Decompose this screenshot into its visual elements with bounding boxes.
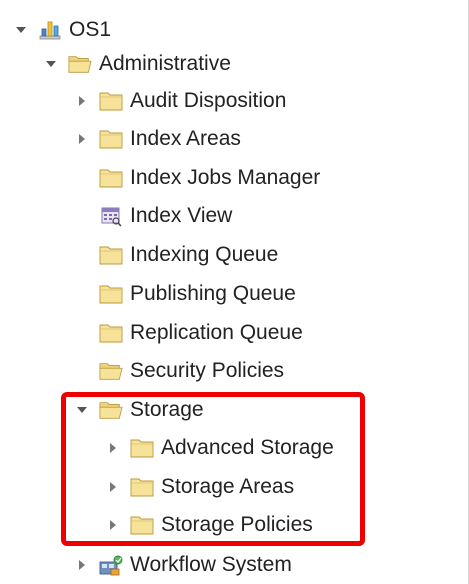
folder-open-icon [68,52,92,76]
tree-node-os1[interactable]: OS1 [0,11,111,49]
tree-node-advanced-storage[interactable]: Advanced Storage [0,429,334,467]
tree-node-storage[interactable]: Storage [0,391,204,429]
tree-node-label: Storage [130,398,204,421]
folder-open-icon [99,359,123,383]
tree-node-index-view[interactable]: Index View [0,197,232,235]
folder-icon [99,243,123,267]
folder-icon [130,513,154,537]
tree-node-label: Advanced Storage [161,436,334,459]
expand-arrow-icon[interactable] [106,441,120,455]
folder-icon [99,166,123,190]
tree-node-label: Publishing Queue [130,282,296,305]
expand-arrow-icon[interactable] [106,480,120,494]
tree-node-replication-queue[interactable]: Replication Queue [0,314,303,352]
tree-node-indexing-queue[interactable]: Indexing Queue [0,236,278,274]
tree-node-label: Replication Queue [130,321,303,344]
folder-icon [99,321,123,345]
tree-node-storage-policies[interactable]: Storage Policies [0,506,313,544]
tree-node-label: Security Policies [130,359,285,382]
tree-node-security-policies[interactable]: Security Policies [0,352,284,390]
tree-node-label: Index View [130,204,233,227]
tree-node-label: Administrative [99,52,231,75]
tree-node-label: Index Areas [130,127,241,150]
folder-icon [130,436,154,460]
tree-node-label: Index Jobs Manager [130,166,321,189]
tree-node-index-jobs-manager[interactable]: Index Jobs Manager [0,159,320,197]
expand-arrow-icon[interactable] [75,132,89,146]
tree-node-storage-areas[interactable]: Storage Areas [0,468,294,506]
workflow-system-icon [99,553,123,577]
tree-node-label: Storage Areas [161,475,295,498]
folder-open-icon [99,398,123,422]
folder-icon [99,89,123,113]
object-store-icon [38,18,62,42]
tree-node-label: Audit Disposition [130,89,287,112]
folder-icon [99,127,123,151]
folder-icon [130,475,154,499]
tree-node-label: Indexing Queue [130,243,279,266]
tree-node-administrative[interactable]: Administrative [0,45,231,83]
collapse-arrow-icon[interactable] [44,57,58,71]
index-view-icon [99,204,123,228]
tree-node-label: OS1 [69,18,112,41]
collapse-arrow-icon[interactable] [75,403,89,417]
tree-node-label: Storage Policies [161,513,313,536]
tree-node-publishing-queue[interactable]: Publishing Queue [0,275,296,313]
expand-arrow-icon[interactable] [75,558,89,572]
tree-node-label: Workflow System [130,553,292,576]
tree-node-index-areas[interactable]: Index Areas [0,120,241,158]
object-store-tree: OS1 Administrative Audit Disposition Ind… [0,0,469,584]
tree-node-audit-disposition[interactable]: Audit Disposition [0,82,286,120]
tree-node-workflow-system[interactable]: Workflow System [0,546,292,584]
collapse-arrow-icon[interactable] [14,23,28,37]
expand-arrow-icon[interactable] [75,94,89,108]
folder-icon [99,282,123,306]
expand-arrow-icon[interactable] [106,518,120,532]
